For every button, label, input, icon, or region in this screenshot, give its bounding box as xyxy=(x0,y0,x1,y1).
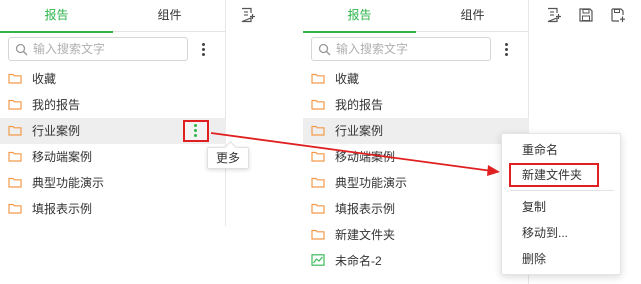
folder-icon xyxy=(311,125,325,136)
menu-item-rename[interactable]: 重命名 xyxy=(502,138,622,162)
menu-item-move-to[interactable]: 移动到... xyxy=(502,221,622,245)
list-item[interactable]: 我的报告 xyxy=(0,92,226,118)
list-item-label: 新建文件夹 xyxy=(335,228,396,242)
folder-icon xyxy=(8,177,22,188)
new-report-icon[interactable] xyxy=(546,7,562,23)
more-tooltip: 更多 xyxy=(207,147,249,169)
annotation-highlight-box xyxy=(509,163,599,187)
list-item-label: 收藏 xyxy=(32,72,57,86)
report-chart-icon xyxy=(311,254,325,266)
list-item[interactable]: 行业案例 xyxy=(0,118,226,144)
folder-icon xyxy=(8,125,22,136)
list-item[interactable]: 填报表示例 xyxy=(303,196,529,222)
menu-divider xyxy=(510,190,614,191)
more-vertical-icon xyxy=(505,43,508,57)
list-item[interactable]: 移动端案例 xyxy=(303,144,529,170)
list-item-label: 填报表示例 xyxy=(32,202,93,216)
more-options-button[interactable] xyxy=(196,40,212,60)
list-item-label: 填报表示例 xyxy=(335,202,396,216)
more-vertical-icon xyxy=(194,124,197,138)
list-item[interactable]: 未命名-2 xyxy=(303,248,529,274)
list-item[interactable]: 新建文件夹 xyxy=(303,222,529,248)
list-item[interactable]: 行业案例 xyxy=(303,118,529,144)
folder-icon xyxy=(8,99,22,110)
list-item-label: 我的报告 xyxy=(335,98,384,112)
list-item[interactable]: 典型功能演示 xyxy=(0,170,226,196)
menu-item-new-folder[interactable]: 新建文件夹 xyxy=(502,163,622,187)
row-more-button[interactable] xyxy=(183,120,209,142)
list-item-label: 行业案例 xyxy=(335,124,384,138)
folder-icon xyxy=(8,73,22,84)
list-item[interactable]: 收藏 xyxy=(0,66,226,92)
right-toolbar xyxy=(530,0,641,32)
folder-icon xyxy=(311,229,325,240)
folder-icon xyxy=(311,73,325,84)
list-item[interactable]: 填报表示例 xyxy=(0,196,226,222)
resource-list: 收藏 我的报告 行业案例 移动端案例 典型功能演示 填报表示例 新建文件夹 未命… xyxy=(303,66,529,274)
left-toolbar xyxy=(227,0,303,32)
list-item-label: 行业案例 xyxy=(32,124,81,138)
folder-icon xyxy=(8,151,22,162)
right-tab-bar: 报告 组件 xyxy=(303,0,529,33)
tab-components[interactable]: 组件 xyxy=(416,0,529,32)
save-as-icon[interactable] xyxy=(610,7,626,23)
search-input[interactable] xyxy=(33,41,183,57)
left-resource-panel: 报告 组件 收藏 我的报告 行业案例 移动端案例 xyxy=(0,0,226,226)
tab-reports[interactable]: 报告 xyxy=(303,0,416,33)
menu-item-copy[interactable]: 复制 xyxy=(502,195,622,219)
search-box xyxy=(8,37,188,61)
list-item[interactable]: 典型功能演示 xyxy=(303,170,529,196)
list-item-label: 移动端案例 xyxy=(335,150,396,164)
context-menu: 重命名 新建文件夹 复制 移动到... 删除 xyxy=(501,133,621,275)
left-tab-bar: 报告 组件 xyxy=(0,0,226,33)
list-item-label: 典型功能演示 xyxy=(32,176,105,190)
list-item[interactable]: 移动端案例 xyxy=(0,144,226,170)
tab-components[interactable]: 组件 xyxy=(113,0,226,32)
menu-item-delete[interactable]: 删除 xyxy=(502,247,622,271)
search-input[interactable] xyxy=(336,41,486,57)
search-box xyxy=(311,37,491,61)
new-report-icon[interactable] xyxy=(240,7,256,23)
folder-icon xyxy=(311,177,325,188)
tab-reports[interactable]: 报告 xyxy=(0,0,113,33)
list-item[interactable]: 我的报告 xyxy=(303,92,529,118)
folder-icon xyxy=(8,203,22,214)
list-item[interactable]: 收藏 xyxy=(303,66,529,92)
more-options-button[interactable] xyxy=(499,40,515,60)
list-item-label: 未命名-2 xyxy=(335,254,382,268)
list-item-label: 典型功能演示 xyxy=(335,176,408,190)
list-item-label: 移动端案例 xyxy=(32,150,93,164)
resource-list: 收藏 我的报告 行业案例 移动端案例 典型功能演示 填报表示例 xyxy=(0,66,226,222)
right-resource-panel: 报告 组件 收藏 我的报告 行业案例 移动端案例 典型功能演示 xyxy=(303,0,529,284)
more-vertical-icon xyxy=(202,43,205,57)
folder-icon xyxy=(311,203,325,214)
list-item-label: 收藏 xyxy=(335,72,360,86)
folder-icon xyxy=(311,151,325,162)
folder-icon xyxy=(311,99,325,110)
save-icon[interactable] xyxy=(578,7,594,23)
list-item-label: 我的报告 xyxy=(32,98,81,112)
search-icon xyxy=(318,43,331,56)
search-icon xyxy=(15,43,28,56)
